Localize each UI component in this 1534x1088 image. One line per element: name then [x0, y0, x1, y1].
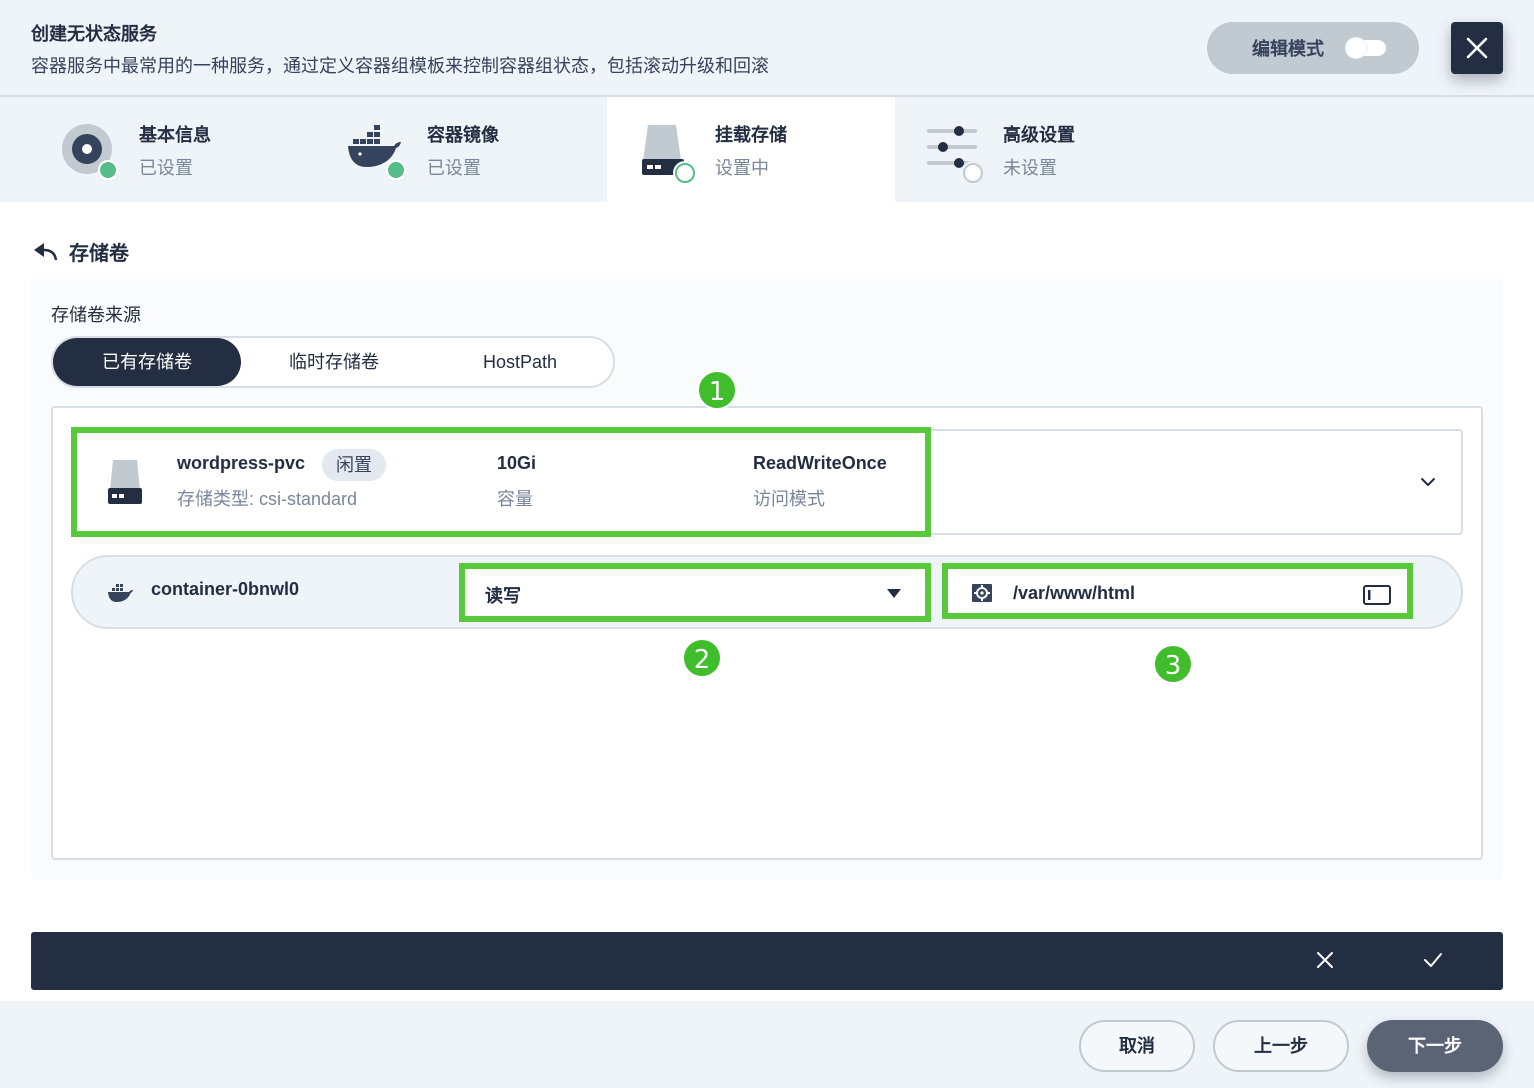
tab-existing-volume[interactable]: 已有存储卷: [53, 338, 241, 386]
step-status: 已设置: [427, 158, 481, 178]
caret-down-icon: [887, 589, 901, 598]
source-segmented-control: 已有存储卷 临时存储卷 HostPath: [51, 336, 615, 388]
pvc-select-card[interactable]: wordpress-pvc 闲置 存储类型: csi-standard 10Gi…: [71, 429, 1463, 535]
step-mount-storage[interactable]: 挂载存储 设置中: [607, 97, 895, 202]
container-mount-row: container-0bnwl0 读写 /var/www/html: [71, 555, 1463, 629]
dialog-header: 创建无状态服务 容器服务中最常用的一种服务，通过定义容器组模板来控制容器组状态，…: [0, 0, 1534, 97]
status-dot-done: [98, 160, 118, 180]
step-status: 未设置: [1003, 158, 1057, 178]
back-arrow-icon: [34, 243, 58, 261]
storage-disk-icon: [108, 460, 142, 504]
gear-icon: [972, 584, 992, 602]
next-step-button[interactable]: 下一步: [1367, 1020, 1503, 1072]
status-dot-current: [675, 163, 695, 183]
step-status: 已设置: [139, 158, 193, 178]
step-status: 设置中: [715, 158, 769, 178]
edit-mode-label: 编辑模式: [1252, 39, 1324, 59]
pvc-access-mode-label: 访问模式: [753, 489, 825, 509]
dialog-title: 创建无状态服务: [31, 24, 157, 44]
mount-path-input[interactable]: /var/www/html: [947, 569, 1411, 619]
annotation-marker-1: 1: [697, 370, 737, 410]
cancel-button[interactable]: 取消: [1079, 1020, 1195, 1072]
tab-hostpath[interactable]: HostPath: [427, 338, 613, 386]
toggle-switch[interactable]: [1346, 38, 1386, 58]
permission-value: 读写: [485, 586, 521, 606]
dialog-description: 容器服务中最常用的一种服务，通过定义容器组模板来控制容器组状态，包括滚动升级和回…: [31, 56, 769, 76]
step-title: 高级设置: [1003, 125, 1075, 145]
annotation-marker-3: 3: [1153, 644, 1193, 684]
close-icon[interactable]: [1313, 948, 1337, 972]
pvc-capacity: 10Gi: [497, 453, 537, 473]
volume-confirm-bar: [31, 932, 1503, 990]
tab-temporary-volume[interactable]: 临时存储卷: [241, 338, 427, 386]
mount-path-value: /var/www/html: [1013, 583, 1136, 603]
container-name: container-0bnwl0: [151, 579, 300, 599]
source-label: 存储卷来源: [51, 305, 141, 325]
section-title: 存储卷: [69, 242, 129, 265]
annotation-marker-2: 2: [682, 638, 722, 678]
step-title: 挂载存储: [715, 125, 787, 145]
prev-step-button[interactable]: 上一步: [1213, 1020, 1349, 1072]
step-advanced-settings[interactable]: 高级设置 未设置: [895, 97, 1183, 202]
back-link[interactable]: 存储卷: [33, 236, 129, 266]
close-icon: [1466, 37, 1488, 59]
volume-box: wordpress-pvc 闲置 存储类型: csi-standard 10Gi…: [51, 406, 1483, 860]
step-title: 基本信息: [139, 125, 211, 145]
step-bar: 基本信息 已设置 容器镜像 已设置 挂载存储 设置中 高级设置 未设置: [0, 97, 1534, 202]
dialog-footer: 取消 上一步 下一步: [0, 1001, 1534, 1088]
chevron-down-icon[interactable]: [1419, 473, 1437, 491]
status-dot-pending: [963, 163, 983, 183]
edit-mode-toggle[interactable]: 编辑模式: [1207, 22, 1419, 74]
check-icon[interactable]: [1421, 948, 1445, 972]
step-basic-info[interactable]: 基本信息 已设置: [0, 97, 288, 202]
pvc-access-mode: ReadWriteOnce: [753, 453, 887, 473]
status-badge: 闲置: [322, 449, 386, 481]
status-dot-done: [386, 160, 406, 180]
permission-select[interactable]: 读写: [465, 569, 929, 619]
toggle-knob: [1346, 38, 1366, 58]
pvc-capacity-label: 容量: [497, 489, 533, 509]
volume-panel: 存储卷来源 已有存储卷 临时存储卷 HostPath wordpress-pvc…: [31, 279, 1503, 880]
pvc-storage-type: 存储类型: csi-standard: [177, 489, 358, 509]
terminal-icon: [1363, 585, 1391, 605]
close-button[interactable]: [1451, 22, 1503, 74]
pvc-name: wordpress-pvc: [177, 453, 306, 473]
step-title: 容器镜像: [427, 125, 499, 145]
step-container-image[interactable]: 容器镜像 已设置: [288, 97, 576, 202]
docker-icon: [108, 584, 133, 602]
